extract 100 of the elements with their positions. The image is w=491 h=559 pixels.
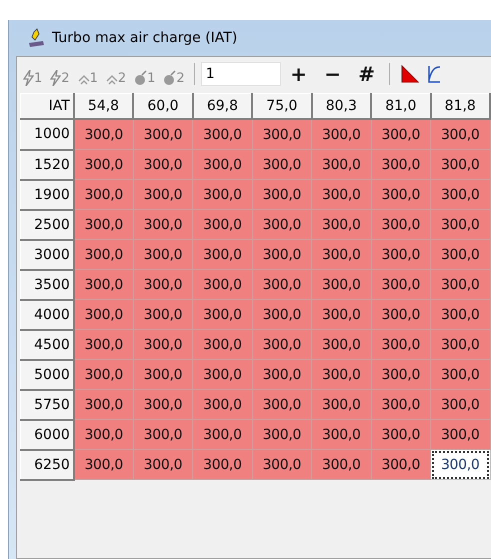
table-cell[interactable]: 300,0	[312, 210, 372, 240]
table-cell[interactable]: 300,0	[430, 450, 490, 480]
table-cell[interactable]: 300,0	[133, 119, 193, 150]
table-cell[interactable]: 300,0	[133, 240, 193, 270]
table-cell[interactable]: 300,0	[430, 150, 490, 180]
curve-icon[interactable]	[428, 64, 440, 84]
table-cell[interactable]: 300,0	[74, 360, 134, 390]
table-cell[interactable]: 300,0	[371, 240, 430, 270]
table-cell[interactable]: 300,0	[312, 300, 372, 330]
table-cell[interactable]: 300,0	[312, 150, 372, 180]
row-header: 3500	[20, 270, 74, 300]
table-cell[interactable]: 300,0	[312, 330, 372, 360]
table-cell[interactable]: 300,0	[252, 330, 312, 360]
table-cell[interactable]: 300,0	[192, 270, 252, 300]
table-cell[interactable]: 300,0	[430, 180, 490, 210]
table-cell[interactable]: 300,0	[133, 300, 193, 330]
table-cell[interactable]: 300,0	[133, 270, 193, 300]
table-cell[interactable]: 300,0	[371, 360, 430, 390]
table-cell[interactable]: 300,0	[192, 330, 252, 360]
table-cell[interactable]: 300,0	[430, 330, 490, 360]
step-field[interactable]: 1	[200, 62, 281, 86]
table-cell[interactable]: 300,0	[133, 450, 193, 480]
table-cell[interactable]: 300,0	[74, 240, 134, 270]
table-cell[interactable]: 300,0	[252, 210, 312, 240]
table-cell[interactable]: 300,0	[192, 390, 252, 420]
table-cell[interactable]: 300,0	[312, 240, 372, 270]
table-cell[interactable]: 300,0	[430, 420, 490, 450]
triangle-icon[interactable]	[400, 64, 420, 84]
table-cell[interactable]: 300,0	[430, 360, 490, 390]
table-cell[interactable]: 300,0	[252, 180, 312, 210]
table-cell[interactable]: 300,0	[133, 420, 193, 450]
table-cell[interactable]: 300,0	[74, 450, 134, 480]
table-cell[interactable]: 300,0	[252, 150, 312, 180]
table-cell[interactable]: 300,0	[430, 119, 490, 150]
window-title: Turbo max air charge (IAT)	[52, 30, 238, 46]
table-cell[interactable]: 300,0	[371, 210, 430, 240]
table-cell[interactable]: 300,0	[74, 300, 134, 330]
table-cell[interactable]: 300,0	[371, 390, 430, 420]
column-header: 81,0	[371, 94, 430, 119]
toolbar-button[interactable]: −	[316, 61, 349, 87]
table-cell[interactable]: 300,0	[192, 119, 252, 150]
table-cell[interactable]: 300,0	[192, 240, 252, 270]
table-cell[interactable]: 300,0	[312, 119, 372, 150]
table-cell[interactable]: 300,0	[371, 300, 430, 330]
table-cell[interactable]: 300,0	[312, 180, 372, 210]
table-cell[interactable]: 300,0	[312, 420, 372, 450]
bomb-icon	[134, 70, 148, 86]
table-cell[interactable]: 300,0	[252, 270, 312, 300]
table-cell[interactable]: 300,0	[192, 150, 252, 180]
row-header: 4500	[20, 330, 74, 360]
table-cell[interactable]: 300,0	[74, 180, 134, 210]
table-cell[interactable]: 300,0	[133, 360, 193, 390]
table-cell[interactable]: 300,0	[252, 300, 312, 330]
table-cell[interactable]: 300,0	[192, 450, 252, 480]
table-cell[interactable]: 300,0	[371, 270, 430, 300]
toolbar-button[interactable]: +	[282, 61, 315, 87]
row-header: 3000	[20, 240, 74, 270]
table-cell[interactable]: 300,0	[252, 450, 312, 480]
table-cell[interactable]: 300,0	[371, 420, 430, 450]
table-cell[interactable]: 300,0	[371, 330, 430, 360]
table-cell[interactable]: 300,0	[74, 390, 134, 420]
table-cell[interactable]: 300,0	[74, 420, 134, 450]
table-cell[interactable]: 300,0	[74, 150, 134, 180]
table-cell[interactable]: 300,0	[430, 390, 490, 420]
table-cell[interactable]: 300,0	[252, 360, 312, 390]
table-cell[interactable]: 300,0	[252, 420, 312, 450]
table-cell[interactable]: 300,0	[430, 210, 490, 240]
peak-icon	[106, 74, 118, 86]
row-header: 4000	[20, 300, 74, 330]
table-cell[interactable]: 300,0	[312, 390, 372, 420]
table-cell[interactable]: 300,0	[192, 420, 252, 450]
table-cell[interactable]: 300,0	[192, 210, 252, 240]
table-cell[interactable]: 300,0	[192, 300, 252, 330]
table-cell[interactable]: 300,0	[74, 270, 134, 300]
table-cell[interactable]: 300,0	[430, 270, 490, 300]
table-cell[interactable]: 300,0	[312, 270, 372, 300]
table-cell[interactable]: 300,0	[192, 180, 252, 210]
table-cell[interactable]: 300,0	[133, 150, 193, 180]
table-cell[interactable]: 300,0	[74, 119, 134, 150]
table-cell[interactable]: 300,0	[312, 360, 372, 390]
toolbar-button[interactable]: #	[350, 61, 383, 87]
table-cell[interactable]: 300,0	[74, 210, 134, 240]
table-cell[interactable]: 300,0	[430, 240, 490, 270]
table-cell[interactable]: 300,0	[252, 390, 312, 420]
table-cell[interactable]: 300,0	[133, 330, 193, 360]
table-cell[interactable]: 300,0	[312, 450, 372, 480]
column-header: 80,3	[312, 94, 372, 119]
table-cell[interactable]: 300,0	[371, 450, 430, 480]
table-cell[interactable]: 300,0	[192, 360, 252, 390]
table-cell[interactable]: 300,0	[371, 180, 430, 210]
table-cell[interactable]: 300,0	[133, 390, 193, 420]
table-cell[interactable]: 300,0	[371, 150, 430, 180]
table-cell[interactable]: 300,0	[430, 300, 490, 330]
table-cell[interactable]: 300,0	[133, 180, 193, 210]
table-cell[interactable]: 300,0	[252, 240, 312, 270]
table-cell[interactable]: 300,0	[371, 119, 430, 150]
table-cell[interactable]: 300,0	[252, 119, 312, 150]
column-header: 81,8	[430, 94, 490, 119]
table-cell[interactable]: 300,0	[133, 210, 193, 240]
table-cell[interactable]: 300,0	[74, 330, 134, 360]
